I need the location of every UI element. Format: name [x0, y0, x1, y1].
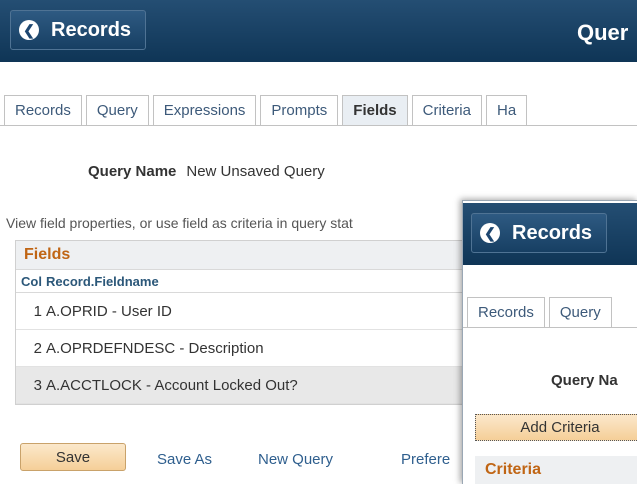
header-bar: ❮ Records Quer — [0, 0, 637, 62]
new-query-link[interactable]: New Query — [258, 451, 333, 468]
tab-expressions[interactable]: Expressions — [152, 95, 257, 125]
tab-divider — [0, 125, 637, 126]
row-fieldname-link[interactable]: A.ACCTLOCK - Account Locked Out? — [46, 377, 298, 394]
tab-divider — [463, 327, 637, 328]
instructions-text: View field properties, or use field as c… — [6, 215, 353, 231]
back-arrow-icon: ❮ — [480, 223, 500, 243]
records-back-button[interactable]: ❮ Records — [10, 10, 147, 50]
fields-grid: Fields Col Record.Fieldname 1 A.OPRID - … — [15, 240, 464, 405]
page-title: Quer — [577, 20, 629, 45]
table-row[interactable]: 3 A.ACCTLOCK - Account Locked Out? — [16, 367, 463, 404]
table-row[interactable]: 2 A.OPRDEFNDESC - Description — [16, 330, 463, 367]
tab-records[interactable]: Records — [4, 95, 82, 125]
fields-grid-header: Col Record.Fieldname — [16, 269, 463, 293]
header-bar: ❮ Records — [463, 203, 637, 265]
save-button[interactable]: Save — [20, 443, 126, 471]
row-col-number: 1 — [33, 302, 42, 320]
row-fieldname-link[interactable]: A.OPRDEFNDESC - Description — [46, 340, 264, 357]
tab-records[interactable]: Records — [467, 297, 545, 327]
tab-query[interactable]: Query — [85, 95, 149, 125]
tab-criteria[interactable]: Criteria — [411, 95, 482, 125]
col-header[interactable]: Col — [16, 274, 46, 289]
row-col-number: 3 — [33, 376, 42, 394]
query-name-label: Query Name — [88, 163, 177, 180]
records-back-button[interactable]: ❮ Records — [471, 213, 608, 253]
row-fieldname-link[interactable]: A.OPRID - User ID — [46, 303, 172, 320]
query-name-row: Query Name New Unsaved Query — [88, 163, 325, 180]
row-col-number: 2 — [33, 339, 42, 357]
back-button-label: Records — [512, 221, 593, 244]
criteria-grid-title: Criteria — [475, 456, 637, 484]
fields-grid-title: Fields — [16, 241, 463, 269]
tab-bar: Records Query — [467, 297, 612, 327]
tab-bar: Records Query Expressions Prompts Fields… — [4, 95, 528, 125]
tab-having[interactable]: Ha — [485, 95, 528, 125]
table-row[interactable]: 1 A.OPRID - User ID — [16, 293, 463, 330]
add-criteria-button[interactable]: Add Criteria — [475, 414, 637, 441]
back-arrow-icon: ❮ — [19, 20, 39, 40]
criteria-window: ❮ Records Records Query Query Na Add Cri… — [462, 200, 637, 484]
back-button-label: Records — [51, 18, 132, 41]
tab-prompts[interactable]: Prompts — [260, 95, 339, 125]
tab-fields[interactable]: Fields — [342, 95, 408, 125]
save-as-link[interactable]: Save As — [157, 451, 212, 468]
preferences-link[interactable]: Prefere — [401, 451, 450, 468]
tab-query[interactable]: Query — [548, 297, 612, 327]
query-name-value: New Unsaved Query — [186, 163, 325, 180]
query-name-label: Query Na — [551, 372, 618, 389]
fieldname-header[interactable]: Record.Fieldname — [46, 274, 159, 289]
